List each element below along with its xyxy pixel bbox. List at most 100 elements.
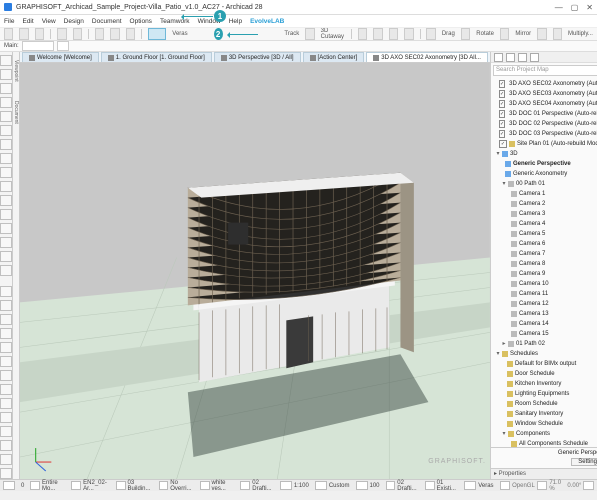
- status-icon[interactable]: [386, 481, 396, 490]
- checkbox-icon[interactable]: [499, 140, 507, 148]
- tool-e-icon[interactable]: [373, 28, 382, 40]
- zoom-value[interactable]: 71.0 %: [549, 480, 565, 492]
- menu-edit[interactable]: Edit: [22, 18, 33, 25]
- tree-generic-axo[interactable]: Generic Axonometry: [493, 169, 597, 179]
- tool-save-icon[interactable]: [35, 28, 44, 40]
- tab-axo[interactable]: 3D AXO SEC02 Axonometry [3D All...: [366, 52, 488, 62]
- tool-label-icon[interactable]: [0, 328, 12, 339]
- status-value[interactable]: 100: [370, 483, 380, 489]
- tree-item[interactable]: 3D DOC 01 Perspective (Auto-rebuild Mode…: [493, 109, 597, 119]
- tree-camera[interactable]: Camera 4: [493, 219, 597, 229]
- tool-c-icon[interactable]: [126, 28, 135, 40]
- checkbox-icon[interactable]: [499, 80, 505, 88]
- status-scale[interactable]: 1:100: [294, 483, 309, 489]
- status-icon[interactable]: [159, 481, 169, 490]
- settings-button[interactable]: Settings...: [571, 458, 597, 466]
- tree-camera[interactable]: Camera 12: [493, 299, 597, 309]
- tree-components[interactable]: ▾Components: [493, 429, 597, 439]
- tool-redo-icon[interactable]: [73, 28, 82, 40]
- rotation-value[interactable]: 0.00°: [567, 483, 581, 489]
- tool-fill-icon[interactable]: [0, 342, 12, 353]
- menu-document[interactable]: Document: [92, 18, 122, 25]
- tree-camera[interactable]: Camera 5: [493, 229, 597, 239]
- status-icon[interactable]: [200, 481, 210, 490]
- tree-generic-perspective[interactable]: Generic Perspective: [493, 159, 597, 169]
- nav-layoutbook-icon[interactable]: [518, 53, 527, 62]
- tab-welcome[interactable]: Welcome [Welcome]: [22, 52, 99, 62]
- tool-f-icon[interactable]: [389, 28, 398, 40]
- tool-marquee-icon[interactable]: [0, 69, 12, 80]
- tool-morph-icon[interactable]: [0, 223, 12, 234]
- tool-elevation-icon[interactable]: [0, 426, 12, 437]
- tree-camera[interactable]: Camera 1: [493, 189, 597, 199]
- tree-item[interactable]: 3D AXO SEC04 Axonometry (Auto-rebuild Mo…: [493, 99, 597, 109]
- tool-new-icon[interactable]: [4, 28, 13, 40]
- tool-a-icon[interactable]: [95, 28, 104, 40]
- tree-camera[interactable]: Camera 3: [493, 209, 597, 219]
- status-value[interactable]: Custom: [329, 483, 350, 489]
- tool-grid-icon[interactable]: [0, 468, 12, 479]
- subbar-button[interactable]: [57, 41, 69, 51]
- tool-stair-icon[interactable]: [0, 167, 12, 178]
- tool-g-icon[interactable]: [404, 28, 413, 40]
- tool-roof-icon[interactable]: [0, 181, 12, 192]
- tree-camera[interactable]: Camera 9: [493, 269, 597, 279]
- viewpoint-header[interactable]: Viewpoint: [13, 60, 19, 82]
- status-icon[interactable]: [425, 481, 435, 490]
- status-value[interactable]: Entire Mo...: [42, 480, 65, 492]
- tree-item[interactable]: 3D AXO SEC03 Axonometry (Auto-rebuild Mo…: [493, 89, 597, 99]
- tree-camera[interactable]: Camera 15: [493, 329, 597, 339]
- search-project-map[interactable]: Search Project Map: [493, 65, 597, 76]
- status-value[interactable]: 02 Drafti...: [252, 480, 274, 492]
- tree-schedule-item[interactable]: Sanitary Inventory: [493, 409, 597, 419]
- tree-node-3d[interactable]: ▾3D: [493, 149, 597, 159]
- checkbox-icon[interactable]: [499, 130, 505, 138]
- tool-h-icon[interactable]: [426, 28, 435, 40]
- render-engine-icon[interactable]: [500, 481, 511, 490]
- tool-drawing-icon[interactable]: [0, 398, 12, 409]
- expand-icon[interactable]: ▸: [501, 339, 507, 349]
- tool-line-icon[interactable]: [0, 356, 12, 367]
- tool-dimension-icon[interactable]: [0, 286, 12, 297]
- menu-design[interactable]: Design: [64, 18, 84, 25]
- tree-schedule-item[interactable]: Default for BIMx output: [493, 359, 597, 369]
- tool-curtain-icon[interactable]: [0, 209, 12, 220]
- status-nav-icon[interactable]: [3, 481, 15, 490]
- status-icon[interactable]: [315, 481, 327, 490]
- tool-slab-icon[interactable]: [0, 153, 12, 164]
- tree-schedules[interactable]: ▾Schedules: [493, 349, 597, 359]
- status-value[interactable]: EN2_02-Ar...: [83, 480, 109, 492]
- properties-toggle[interactable]: ▸ Properties: [491, 468, 597, 479]
- tab-actioncenter[interactable]: [Action Center]: [303, 52, 365, 62]
- tree-item[interactable]: 3D DOC 02 Perspective (Auto-rebuild Mode…: [493, 119, 597, 129]
- status-value[interactable]: Veras: [478, 483, 493, 489]
- tree-camera[interactable]: Camera 14: [493, 319, 597, 329]
- tree-camera[interactable]: Camera 2: [493, 199, 597, 209]
- checkbox-icon[interactable]: [499, 100, 505, 108]
- tree-schedule-item[interactable]: Room Schedule: [493, 399, 597, 409]
- tab-groundfloor[interactable]: 1. Ground Floor [1. Ground Floor]: [101, 52, 212, 62]
- nav-viewmap-icon[interactable]: [506, 53, 515, 62]
- menu-options[interactable]: Options: [130, 18, 152, 25]
- tool-j-icon[interactable]: [500, 28, 509, 40]
- tool-detail-icon[interactable]: [0, 440, 12, 451]
- tool-undo-icon[interactable]: [57, 28, 66, 40]
- tree-component-item[interactable]: All Components Schedule: [493, 439, 597, 447]
- tool-arrow-icon[interactable]: [0, 55, 12, 66]
- tree-camera[interactable]: Camera 11: [493, 289, 597, 299]
- tool-d-icon[interactable]: [358, 28, 367, 40]
- tree-camera[interactable]: Camera 13: [493, 309, 597, 319]
- tool-column-icon[interactable]: [0, 125, 12, 136]
- collapse-icon[interactable]: ▾: [501, 429, 507, 439]
- status-icon[interactable]: [71, 481, 81, 490]
- 3d-viewport[interactable]: GRAPHISOFT.: [20, 63, 490, 479]
- tree-schedule-item[interactable]: Window Schedule: [493, 419, 597, 429]
- cutaway-label[interactable]: 3D Cutaway: [321, 28, 345, 40]
- status-icon[interactable]: [116, 481, 126, 490]
- checkbox-icon[interactable]: [499, 120, 505, 128]
- status-icon[interactable]: [30, 481, 40, 490]
- status-icon[interactable]: [464, 481, 476, 490]
- project-tree[interactable]: 3D AXO SEC02 Axonometry (Auto-rebuild Mo…: [491, 78, 597, 447]
- nav-publisher-icon[interactable]: [530, 53, 539, 62]
- tree-camera[interactable]: Camera 7: [493, 249, 597, 259]
